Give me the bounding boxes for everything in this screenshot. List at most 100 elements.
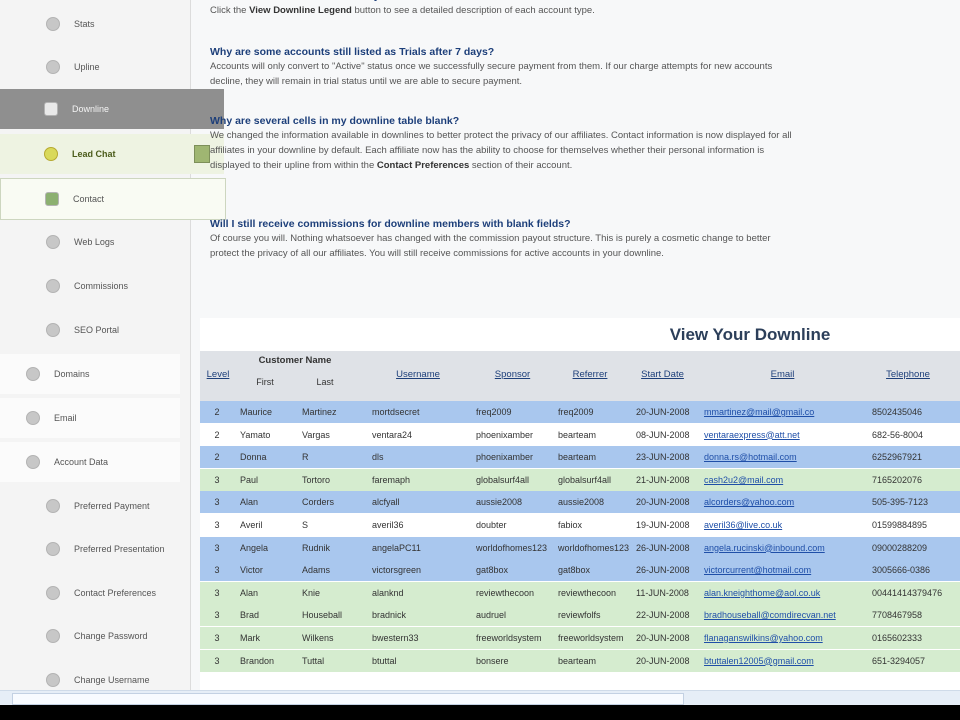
col-header-email[interactable]: Email: [700, 369, 865, 380]
cell-email[interactable]: bradhouseball@comdirecvan.net: [700, 604, 866, 626]
sidebar-item-commissions[interactable]: Commissions: [0, 266, 180, 306]
sidebar-item-label: Contact: [73, 194, 105, 204]
cell-username: alcfyall: [372, 497, 400, 508]
cell-first: Alan: [240, 587, 259, 598]
sidebar-item-seo-portal[interactable]: SEO Portal: [0, 310, 180, 350]
cell-level: 2: [214, 429, 220, 440]
table-row[interactable]: 3 Mark Wilkens bwestern33 freeworldsystem fre…: [200, 627, 960, 649]
sidebar-item-change-password[interactable]: Change Password: [0, 616, 180, 656]
cell-start: 20-JUN-2008: [636, 407, 690, 417]
faq-question: Why are several cells in my downline tab…: [210, 115, 460, 127]
faq-answer-bold[interactable]: View Downline Legend: [249, 5, 352, 16]
table-row[interactable]: 3 Brandon Tuttal btuttal bonsere bearteam 20-J…: [200, 649, 960, 672]
cell-last: S: [302, 520, 309, 530]
cell-level: 3: [200, 559, 234, 582]
cell-email[interactable]: cash2u2@mail.com: [700, 469, 866, 491]
sidebar-item-preferred-payment[interactable]: Preferred Payment: [0, 486, 180, 526]
sidebar: Stats Upline Downline Lead Chat Contact Web L…: [0, 0, 226, 705]
flag-icon[interactable]: [194, 145, 210, 163]
cell-email[interactable]: btuttalen12005@gmail.com: [700, 650, 866, 672]
cell-username: alanknd: [372, 587, 404, 598]
cell-start: 08-JUN-2008: [636, 429, 690, 440]
sidebar-item-email[interactable]: Email: [0, 398, 180, 438]
cell-phone: 682-56-8004: [872, 429, 924, 440]
cell-first: Maurice: [240, 407, 273, 417]
cell-first: Averil: [240, 520, 263, 530]
sidebar-item-web-logs[interactable]: Web Logs: [0, 222, 180, 262]
table-row[interactable]: 3 Alan Corders alcfyall aussie2008 aussie2008…: [200, 491, 960, 514]
sidebar-item-lead-chat[interactable]: Lead Chat: [0, 134, 224, 174]
faq-question: Why are some accounts still listed as Tr…: [210, 46, 495, 58]
table-row[interactable]: 3 Averil Saveril36 doubter fabiox 19-JUN-2008…: [200, 514, 960, 536]
table-row[interactable]: 3 Victor Adams victorsgreen gat8box gat8box 26…: [200, 559, 960, 582]
cell-email[interactable]: alcorders@yahoo.com: [700, 491, 866, 513]
horizontal-scrollbar[interactable]: [0, 690, 960, 705]
cell-referrer: globalsurf4all: [558, 474, 612, 485]
sidebar-item-stats[interactable]: Stats: [0, 4, 180, 44]
cell-referrer: worldofhomes123: [558, 542, 630, 553]
cell-last: Martinez: [302, 407, 337, 417]
col-header-level[interactable]: Level: [202, 369, 234, 380]
sidebar-item-downline[interactable]: Downline: [0, 89, 224, 129]
col-header-username[interactable]: Username: [378, 369, 458, 380]
cell-phone: 0165602333: [872, 633, 923, 643]
table-row[interactable]: 3 Paul Tortoro faremaph globalsurf4all global…: [200, 468, 960, 491]
cell-referrer: bearteam: [558, 655, 597, 666]
col-header-start-date[interactable]: Start Date: [630, 369, 695, 380]
cell-first: Mark: [240, 633, 260, 643]
sidebar-item-label: Preferred Presentation: [74, 544, 165, 554]
cell-start: 21-JUN-2008: [636, 474, 690, 485]
sidebar-item-label: Stats: [74, 19, 95, 29]
cell-email[interactable]: flanaganswilkins@yahoo.com: [700, 627, 866, 649]
table-row[interactable]: 2 Yamato Vargas ventara24 phoenixamber bearte…: [200, 423, 960, 446]
table-row[interactable]: 2 Donna Rdls phoenixamber bearteam 23-JUN-200…: [200, 446, 960, 469]
col-header-last: Last: [316, 377, 334, 387]
cell-first: Angela: [240, 542, 269, 553]
cell-username: ventara24: [372, 429, 413, 440]
col-header-telephone[interactable]: Telephone: [868, 369, 948, 380]
col-header-sponsor[interactable]: Sponsor: [475, 369, 550, 380]
sidebar-item-contact[interactable]: Contact: [0, 178, 226, 220]
cell-username: faremaph: [372, 474, 411, 485]
table-row[interactable]: 3 Angela Rudnik angelaPC11 worldofhomes123 wo…: [200, 536, 960, 559]
sidebar-item-label: Contact Preferences: [74, 588, 157, 598]
cell-sponsor: phoenixamber: [476, 429, 534, 440]
cell-username: victorsgreen: [372, 565, 422, 576]
cell-sponsor: freeworldsystem: [476, 633, 542, 643]
cell-start: 20-JUN-2008: [636, 497, 690, 508]
col-header-referrer[interactable]: Referrer: [555, 369, 625, 380]
cell-email[interactable]: donna.rs@hotmail.com: [700, 446, 866, 468]
sidebar-item-account-data[interactable]: Account Data: [0, 442, 180, 482]
cell-start: 20-JUN-2008: [636, 633, 690, 643]
cell-email[interactable]: victorcurrent@hotmail.com: [700, 559, 866, 581]
sidebar-item-upline[interactable]: Upline: [0, 47, 180, 87]
sidebar-item-label: SEO Portal: [74, 325, 120, 335]
cell-email[interactable]: mmartinez@mail@gmail.co: [700, 401, 866, 423]
cell-phone: 7708467958: [872, 610, 923, 621]
cell-first: Alan: [240, 497, 259, 508]
cell-first: Victor: [240, 565, 263, 576]
sidebar-item-domains[interactable]: Domains: [0, 354, 180, 394]
sidebar-item-contact-preferences[interactable]: Contact Preferences: [0, 573, 180, 613]
cell-email[interactable]: alan.kneighthome@aol.co.uk: [700, 582, 866, 604]
cell-sponsor: reviewthecoon: [476, 587, 535, 598]
scrollbar-thumb[interactable]: [12, 693, 684, 705]
cell-last: Wilkens: [302, 633, 334, 643]
table-row[interactable]: 3 Brad Houseball bradnick audruel reviewfolfs…: [200, 604, 960, 627]
sidebar-item-label: Commissions: [74, 281, 129, 291]
cell-email[interactable]: angela.rucinski@inbound.com: [700, 537, 866, 559]
cell-sponsor: freq2009: [476, 407, 512, 417]
cell-start: 23-JUN-2008: [636, 452, 690, 463]
cell-phone: 7165202076: [872, 474, 923, 485]
table-row[interactable]: 3 Alan Knie alanknd reviewthecoon reviewtheco…: [200, 581, 960, 604]
sidebar-item-preferred-presentation[interactable]: Preferred Presentation: [0, 529, 180, 569]
faq-item: Will I still receive commissions for dow…: [210, 218, 800, 261]
faq-item: Why are some accounts still listed as Tr…: [210, 46, 800, 89]
faq-answer-bold: Contact Preferences: [376, 160, 470, 171]
cell-sponsor: bonsere: [476, 655, 509, 666]
table-row[interactable]: 2 Maurice Martinez mortdsecret freq2009 freq2…: [200, 401, 960, 423]
faq-answer-text: section of their account.: [469, 160, 573, 171]
cell-email[interactable]: ventaraexpress@att.net: [700, 424, 866, 446]
cell-email[interactable]: averil36@live.co.uk: [700, 514, 866, 536]
cell-phone: 6252967921: [872, 452, 923, 463]
